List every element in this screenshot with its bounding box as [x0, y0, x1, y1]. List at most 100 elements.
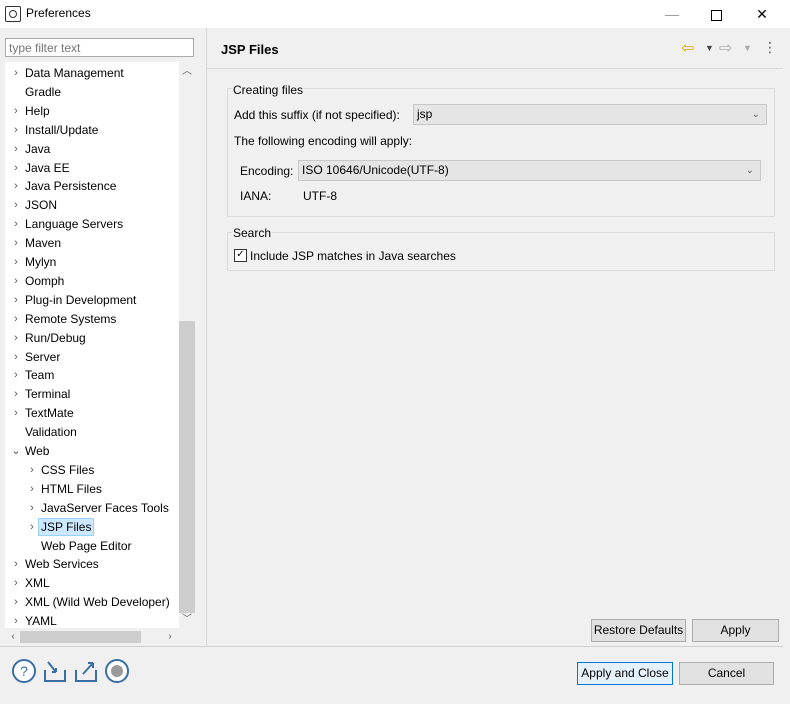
- tree-item-label: Help: [25, 103, 50, 118]
- creating-files-legend: Creating files: [232, 83, 305, 97]
- chevron-right-icon[interactable]: ›: [11, 574, 21, 593]
- tree-item[interactable]: Gradle: [5, 83, 179, 102]
- record-icon[interactable]: [104, 658, 130, 684]
- tree-item[interactable]: › Plug-in Development: [5, 291, 179, 310]
- tree-item[interactable]: › TextMate: [5, 404, 179, 423]
- chevron-right-icon[interactable]: ›: [11, 348, 21, 367]
- search-legend: Search: [232, 226, 273, 240]
- tree-item-label: JSP Files: [38, 517, 95, 536]
- tree-item[interactable]: › Java Persistence: [5, 177, 179, 196]
- chevron-right-icon[interactable]: ›: [11, 291, 21, 310]
- tree-item[interactable]: › Oomph: [5, 272, 179, 291]
- chevron-down-icon: ⌄: [745, 165, 754, 176]
- page-title: JSP Files: [221, 42, 279, 57]
- tree-item[interactable]: › Remote Systems: [5, 310, 179, 329]
- tree-item[interactable]: › Web Services: [5, 555, 179, 574]
- scroll-up-arrow-icon[interactable]: ︿: [179, 64, 195, 80]
- suffix-value: jsp: [417, 107, 433, 121]
- tree-item[interactable]: › Install/Update: [5, 121, 179, 140]
- cancel-button[interactable]: Cancel: [679, 662, 774, 685]
- help-icon[interactable]: ?: [11, 658, 37, 684]
- tree-item[interactable]: › Java EE: [5, 159, 179, 178]
- tree-item[interactable]: › Terminal: [5, 385, 179, 404]
- back-arrow-icon[interactable]: ⇦: [681, 38, 694, 58]
- chevron-right-icon[interactable]: ›: [11, 329, 21, 348]
- tree-item-label: HTML Files: [41, 481, 102, 496]
- apply-button[interactable]: Apply: [692, 619, 779, 642]
- chevron-right-icon[interactable]: ›: [11, 555, 21, 574]
- chevron-right-icon[interactable]: ›: [11, 253, 21, 272]
- chevron-right-icon[interactable]: ›: [27, 480, 37, 499]
- tree-item[interactable]: › Team: [5, 366, 179, 385]
- view-menu-icon[interactable]: ⋮: [763, 39, 777, 56]
- chevron-right-icon[interactable]: ›: [11, 385, 21, 404]
- tree-item[interactable]: › Server: [5, 348, 179, 367]
- panel-divider[interactable]: [206, 28, 207, 646]
- tree-item[interactable]: › Data Management: [5, 64, 179, 83]
- include-jsp-checkbox[interactable]: ✓: [234, 249, 247, 262]
- tree-item[interactable]: Validation: [5, 423, 179, 442]
- tree-vertical-scroll-thumb[interactable]: [179, 321, 195, 613]
- tree-item[interactable]: › CSS Files: [5, 461, 179, 480]
- tree-item[interactable]: › XML: [5, 574, 179, 593]
- import-icon[interactable]: [42, 658, 68, 684]
- tree-item[interactable]: › HTML Files: [5, 480, 179, 499]
- tree-item-label: Mylyn: [25, 255, 57, 269]
- tree-item[interactable]: › JSON: [5, 196, 179, 215]
- tree-item[interactable]: › YAML: [5, 612, 179, 628]
- tree-item-label: Java Persistence: [25, 179, 117, 194]
- encoding-combo[interactable]: ISO 10646/Unicode(UTF-8) ⌄: [298, 160, 761, 181]
- tree-item-label: Gradle: [25, 84, 62, 99]
- tree-item[interactable]: › Help: [5, 102, 179, 121]
- filter-input[interactable]: [5, 38, 194, 57]
- page-header: [207, 30, 783, 69]
- chevron-right-icon[interactable]: ›: [11, 310, 21, 329]
- chevron-right-icon[interactable]: ›: [11, 177, 21, 196]
- chevron-right-icon[interactable]: ›: [11, 366, 21, 385]
- back-menu-chevron-icon[interactable]: ▼: [705, 43, 714, 53]
- tree-item[interactable]: Web Page Editor: [5, 537, 179, 556]
- chevron-right-icon[interactable]: ›: [27, 461, 37, 480]
- chevron-right-icon[interactable]: ›: [11, 593, 21, 612]
- chevron-right-icon[interactable]: ›: [11, 140, 21, 159]
- chevron-right-icon[interactable]: ›: [11, 64, 21, 83]
- chevron-right-icon[interactable]: ›: [11, 612, 21, 628]
- chevron-right-icon[interactable]: ›: [11, 404, 21, 423]
- tree-item[interactable]: › Run/Debug: [5, 329, 179, 348]
- tree-item[interactable]: › XML (Wild Web Developer): [5, 593, 179, 612]
- minimize-button[interactable]: —: [650, 0, 694, 28]
- tree-item[interactable]: › Language Servers: [5, 215, 179, 234]
- tree-item-label: CSS Files: [41, 462, 95, 477]
- chevron-right-icon[interactable]: ›: [27, 499, 37, 518]
- tree-item[interactable]: › Mylyn: [5, 253, 179, 272]
- close-button[interactable]: ✕: [740, 0, 784, 28]
- chevron-down-icon[interactable]: ⌄: [11, 442, 21, 461]
- restore-defaults-button[interactable]: Restore Defaults: [591, 619, 686, 642]
- forward-menu-chevron-icon[interactable]: ▼: [743, 43, 752, 53]
- tree-item[interactable]: › Java: [5, 140, 179, 159]
- chevron-right-icon[interactable]: ›: [11, 215, 21, 234]
- chevron-right-icon[interactable]: ›: [11, 102, 21, 121]
- scroll-down-arrow-icon[interactable]: ﹀: [179, 612, 195, 628]
- maximize-button[interactable]: [694, 0, 738, 28]
- chevron-right-icon[interactable]: ›: [27, 518, 37, 537]
- tree-item-label: Validation: [25, 425, 77, 440]
- tree-horizontal-scroll-thumb[interactable]: [20, 631, 141, 643]
- scroll-left-arrow-icon[interactable]: ‹: [5, 629, 21, 645]
- eclipse-app-icon: [5, 6, 21, 22]
- chevron-right-icon[interactable]: ›: [11, 272, 21, 291]
- tree-item[interactable]: › JSP Files: [5, 517, 179, 537]
- chevron-right-icon[interactable]: ›: [11, 159, 21, 178]
- export-icon[interactable]: [73, 658, 99, 684]
- tree-item[interactable]: › Maven: [5, 234, 179, 253]
- apply-and-close-button[interactable]: Apply and Close: [577, 662, 673, 685]
- chevron-right-icon[interactable]: ›: [11, 121, 21, 140]
- tree-item[interactable]: ⌄ Web: [5, 442, 179, 461]
- chevron-right-icon[interactable]: ›: [11, 196, 21, 215]
- iana-value: UTF-8: [303, 189, 337, 203]
- scroll-right-arrow-icon[interactable]: ›: [162, 629, 178, 645]
- forward-arrow-icon[interactable]: ⇨: [719, 38, 732, 58]
- suffix-combo[interactable]: jsp ⌄: [413, 104, 767, 125]
- tree-item[interactable]: › JavaServer Faces Tools: [5, 499, 179, 518]
- chevron-right-icon[interactable]: ›: [11, 234, 21, 253]
